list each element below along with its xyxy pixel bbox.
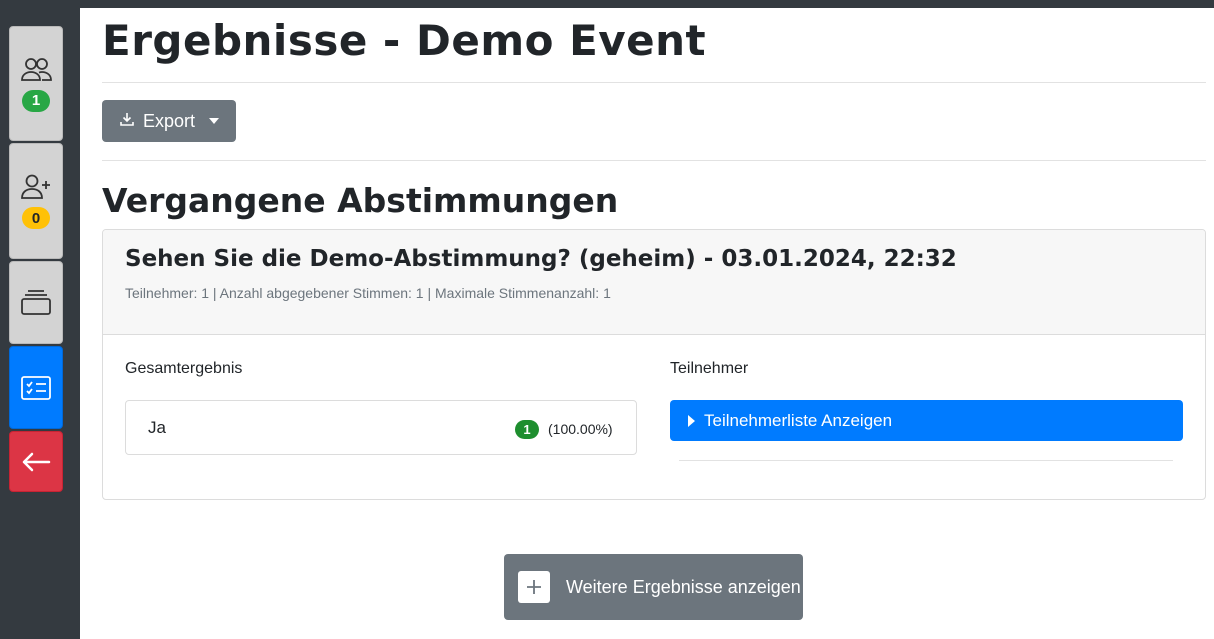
vote-percentage: (100.00%)	[548, 421, 613, 437]
sidebar: 1 0	[0, 8, 80, 639]
show-participants-button[interactable]: Teilnehmerliste Anzeigen	[670, 400, 1183, 441]
add-user-icon	[20, 173, 52, 201]
result-heading: Gesamtergebnis	[125, 360, 243, 377]
sidebar-item-results[interactable]	[9, 346, 63, 429]
download-icon	[119, 111, 135, 132]
poll-card: Sehen Sie die Demo-Abstimmung? (geheim) …	[102, 229, 1206, 500]
divider	[102, 160, 1206, 161]
divider	[102, 82, 1206, 83]
poll-title: Sehen Sie die Demo-Abstimmung? (geheim) …	[125, 246, 957, 272]
sidebar-item-users[interactable]: 1	[9, 26, 63, 141]
caret-down-icon	[209, 118, 220, 124]
export-label: Export	[142, 110, 196, 131]
pending-count-badge: 0	[22, 207, 50, 229]
poll-stats: Teilnehmer: 1 | Anzahl abgegebener Stimm…	[125, 285, 611, 301]
export-dropdown-button[interactable]: Export	[102, 100, 236, 142]
main-content: Ergebnisse - Demo Event Export Vergangen…	[80, 8, 1214, 639]
participants-heading: Teilnehmer	[670, 360, 749, 377]
arrow-left-icon	[20, 450, 52, 474]
load-more-label: Weitere Ergebnisse anzeigen	[566, 576, 801, 597]
top-bar	[0, 0, 1214, 8]
stack-icon	[20, 289, 52, 317]
sidebar-item-back[interactable]	[9, 431, 63, 492]
checklist-icon	[20, 374, 52, 402]
divider	[679, 460, 1173, 461]
vote-count-badge: 1	[515, 420, 539, 439]
show-participants-label: Teilnehmerliste Anzeigen	[704, 410, 893, 430]
section-title: Vergangene Abstimmungen	[102, 181, 619, 220]
sidebar-item-stack[interactable]	[9, 261, 63, 344]
users-icon	[20, 56, 52, 84]
users-count-badge: 1	[22, 89, 50, 112]
plus-icon	[518, 571, 550, 603]
load-more-results-button[interactable]: Weitere Ergebnisse anzeigen	[504, 554, 803, 620]
result-option-label: Ja	[148, 418, 166, 437]
caret-right-icon	[688, 414, 695, 427]
page-title: Ergebnisse - Demo Event	[102, 16, 707, 65]
poll-card-header: Sehen Sie die Demo-Abstimmung? (geheim) …	[103, 230, 1205, 335]
result-item: Ja 1 (100.00%)	[125, 400, 637, 455]
sidebar-item-add-user[interactable]: 0	[9, 143, 63, 259]
